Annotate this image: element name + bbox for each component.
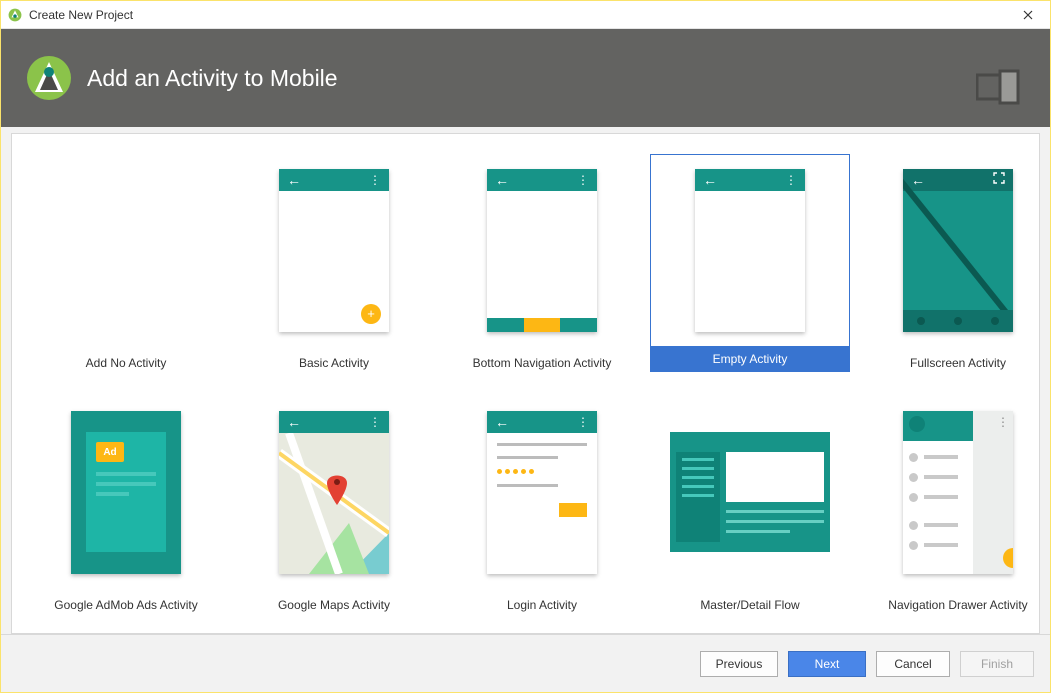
page-title: Add an Activity to Mobile bbox=[87, 65, 338, 92]
thumbnail: ←⋮ bbox=[442, 396, 642, 588]
overflow-menu-icon: ⋮ bbox=[369, 415, 381, 429]
window: Create New Project Add an Activity to Mo… bbox=[0, 0, 1051, 693]
map-graphic-icon bbox=[279, 433, 389, 574]
template-fullscreen-activity[interactable]: ← bbox=[854, 154, 1040, 372]
overflow-menu-icon: ⋮ bbox=[577, 173, 589, 187]
titlebar: Create New Project bbox=[1, 1, 1050, 29]
thumbnail: ←⋮ bbox=[442, 154, 642, 346]
template-label: Add No Activity bbox=[26, 356, 226, 370]
template-label: Google Maps Activity bbox=[234, 598, 434, 612]
wizard-header: Add an Activity to Mobile bbox=[1, 29, 1050, 127]
android-studio-logo-icon bbox=[25, 54, 73, 102]
template-label: Google AdMob Ads Activity bbox=[26, 598, 226, 612]
template-bottom-navigation-activity[interactable]: ←⋮ Bottom Navigation Activity bbox=[438, 154, 646, 372]
window-title: Create New Project bbox=[29, 8, 133, 22]
template-admob-activity[interactable]: Ad Google AdMob Ads Activity bbox=[22, 396, 230, 612]
template-label: Login Activity bbox=[442, 598, 642, 612]
overflow-menu-icon: ⋮ bbox=[369, 173, 381, 187]
template-label: Master/Detail Flow bbox=[650, 598, 850, 612]
fab-icon: + bbox=[361, 304, 381, 324]
close-button[interactable] bbox=[1005, 1, 1050, 29]
thumbnail: ←⋮ bbox=[234, 396, 434, 588]
back-arrow-icon: ← bbox=[495, 173, 509, 187]
content-area: Add No Activity ←⋮ + Basic Activity bbox=[1, 127, 1050, 634]
thumbnail: ←⋮ bbox=[650, 154, 850, 346]
thumbnail: ← ⋮ + bbox=[234, 154, 434, 346]
back-arrow-icon: ← bbox=[703, 173, 717, 187]
back-arrow-icon: ← bbox=[287, 415, 301, 429]
thumbnail: ← bbox=[858, 154, 1040, 346]
template-label: Bottom Navigation Activity bbox=[442, 356, 642, 370]
templates-panel: Add No Activity ←⋮ + Basic Activity bbox=[11, 133, 1040, 634]
overflow-menu-icon: ⋮ bbox=[785, 173, 797, 187]
overflow-menu-icon: ⋮ bbox=[997, 415, 1009, 429]
fab-icon bbox=[1003, 548, 1013, 568]
thumbnail: Ad bbox=[26, 396, 226, 588]
app-icon bbox=[7, 7, 23, 23]
template-empty-activity[interactable]: ←⋮ Empty Activity bbox=[646, 154, 854, 372]
wizard-footer: Previous Next Cancel Finish bbox=[1, 634, 1050, 692]
cancel-button[interactable]: Cancel bbox=[876, 651, 950, 677]
template-label: Empty Activity bbox=[650, 346, 850, 372]
template-login-activity[interactable]: ←⋮ Login Activity bbox=[438, 396, 646, 612]
back-arrow-icon: ← bbox=[495, 415, 509, 429]
template-label: Navigation Drawer Activity bbox=[858, 598, 1040, 612]
template-label: Basic Activity bbox=[234, 356, 434, 370]
avatar-icon bbox=[909, 416, 925, 432]
template-navigation-drawer-activity[interactable]: ⋮ Navigation Dr bbox=[854, 396, 1040, 612]
back-arrow-icon: ← bbox=[287, 173, 301, 187]
device-glyph-icon bbox=[976, 67, 1020, 110]
template-basic-activity[interactable]: ← ⋮ + Basic Activity bbox=[230, 154, 438, 372]
overflow-menu-icon: ⋮ bbox=[577, 415, 589, 429]
previous-button[interactable]: Previous bbox=[700, 651, 778, 677]
next-button[interactable]: Next bbox=[788, 651, 866, 677]
template-master-detail-flow[interactable]: Master/Detail Flow bbox=[646, 396, 854, 612]
template-label: Fullscreen Activity bbox=[858, 356, 1040, 370]
template-grid: Add No Activity ←⋮ + Basic Activity bbox=[22, 154, 1029, 612]
ad-badge: Ad bbox=[96, 442, 124, 462]
finish-button: Finish bbox=[960, 651, 1034, 677]
thumbnail bbox=[650, 396, 850, 588]
thumbnail: ⋮ bbox=[858, 396, 1040, 588]
thumbnail bbox=[26, 154, 226, 346]
template-add-no-activity[interactable]: Add No Activity bbox=[22, 154, 230, 372]
template-google-maps-activity[interactable]: ←⋮ bbox=[230, 396, 438, 612]
